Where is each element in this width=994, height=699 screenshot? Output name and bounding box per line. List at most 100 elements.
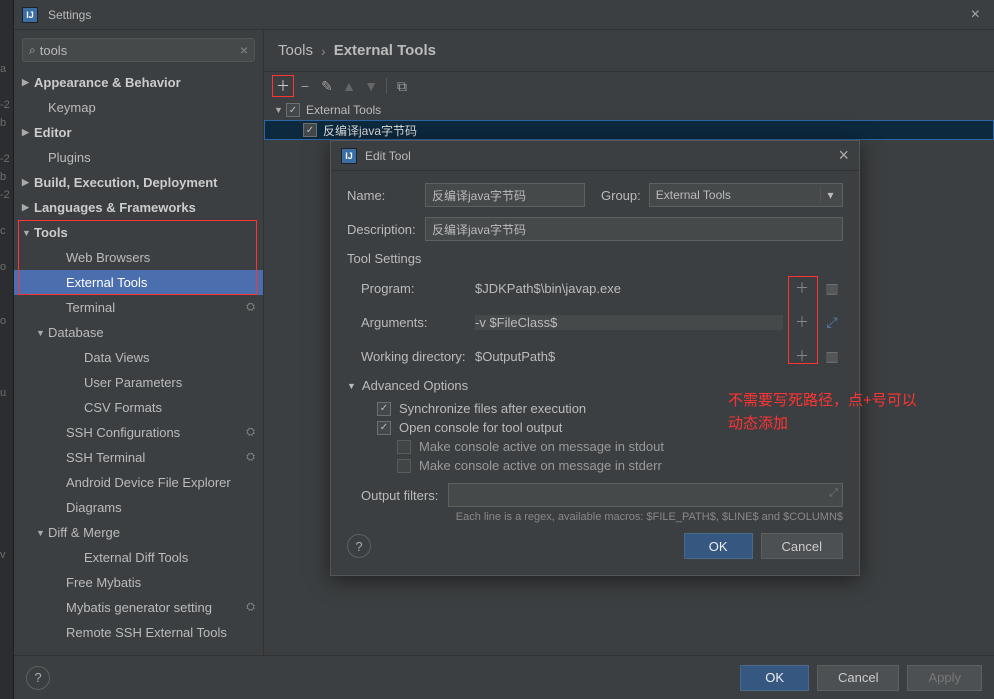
sidebar-item-keymap[interactable]: Keymap xyxy=(14,95,263,120)
scope-icon: ⛭ xyxy=(246,601,255,614)
settings-apply-button[interactable]: Apply xyxy=(907,665,982,691)
program-browse-button[interactable]: ▥ xyxy=(821,276,843,300)
sidebar-item-web-browsers[interactable]: Web Browsers xyxy=(14,245,263,270)
description-label: Description: xyxy=(347,222,417,237)
tree-item-label: Free Mybatis xyxy=(66,575,141,590)
description-input[interactable] xyxy=(425,217,843,241)
clear-search-button[interactable]: × xyxy=(240,42,248,58)
tree-item-label: Tools xyxy=(34,225,68,240)
tree-item-label: User Parameters xyxy=(84,375,182,390)
titlebar: IJ Settings × xyxy=(14,0,994,30)
sidebar-item-user-parameters[interactable]: User Parameters xyxy=(14,370,263,395)
remove-tool-button[interactable]: − xyxy=(294,75,316,97)
tool-group-row[interactable]: ▼ ✓ External Tools xyxy=(264,100,994,120)
breadcrumb: Tools › External Tools xyxy=(264,30,994,71)
tool-checkbox[interactable]: ✓ xyxy=(303,123,317,137)
chevron-down-icon: ▼ xyxy=(347,381,356,391)
sidebar-item-external-diff-tools[interactable]: External Diff Tools xyxy=(14,545,263,570)
open-console-checkbox[interactable]: ✓ xyxy=(377,421,391,435)
workdir-input[interactable]: $OutputPath$ xyxy=(475,349,783,364)
group-select[interactable]: External Tools ▾ xyxy=(649,183,843,207)
dialog-help-button[interactable]: ? xyxy=(347,534,371,558)
search-box[interactable]: ⌕ × xyxy=(22,38,255,62)
sidebar-item-diff-merge[interactable]: ▼Diff & Merge xyxy=(14,520,263,545)
dialog-ok-button[interactable]: OK xyxy=(684,533,753,559)
settings-tree[interactable]: ▶Appearance & BehaviorKeymap▶EditorPlugi… xyxy=(14,70,263,655)
sidebar-item-plugins[interactable]: Plugins xyxy=(14,145,263,170)
tree-arrow-icon: ▶ xyxy=(22,202,34,213)
sidebar-item-mybatis-generator-setting[interactable]: Mybatis generator setting⛭ xyxy=(14,595,263,620)
sidebar-item-terminal[interactable]: Terminal⛭ xyxy=(14,295,263,320)
sidebar-item-ssh-terminal[interactable]: SSH Terminal ⛭ xyxy=(14,445,263,470)
copy-tool-button[interactable]: ⧉ xyxy=(391,75,413,97)
arguments-insert-macro-button[interactable]: ＋ xyxy=(791,310,813,334)
tree-item-label: Languages & Frameworks xyxy=(34,200,196,215)
app-logo-icon: IJ xyxy=(22,7,38,23)
sync-checkbox[interactable]: ✓ xyxy=(377,402,391,416)
sync-label: Synchronize files after execution xyxy=(399,401,586,416)
settings-cancel-button[interactable]: Cancel xyxy=(817,665,899,691)
scope-icon: ⛭ xyxy=(246,451,255,464)
sidebar-item-diagrams[interactable]: Diagrams xyxy=(14,495,263,520)
window-close-button[interactable]: × xyxy=(965,6,986,24)
tree-arrow-icon: ▶ xyxy=(22,177,34,188)
sidebar-item-languages-frameworks[interactable]: ▶Languages & Frameworks xyxy=(14,195,263,220)
tree-item-label: SSH Terminal xyxy=(66,450,145,465)
group-value: External Tools xyxy=(656,188,731,202)
dialog-cancel-button[interactable]: Cancel xyxy=(761,533,843,559)
sidebar-item-external-tools[interactable]: External Tools xyxy=(14,270,263,295)
sidebar-item-free-mybatis[interactable]: Free Mybatis xyxy=(14,570,263,595)
group-checkbox[interactable]: ✓ xyxy=(286,103,300,117)
sidebar-item-database[interactable]: ▼Database xyxy=(14,320,263,345)
stdout-checkbox[interactable] xyxy=(397,440,411,454)
tree-item-label: Appearance & Behavior xyxy=(34,75,181,90)
open-console-label: Open console for tool output xyxy=(399,420,562,435)
program-insert-macro-button[interactable]: ＋ xyxy=(791,276,813,300)
settings-sidebar: ⌕ × ▶Appearance & BehaviorKeymap▶EditorP… xyxy=(14,30,264,655)
tree-item-label: Android Device File Explorer xyxy=(66,475,231,490)
search-input[interactable] xyxy=(40,43,240,58)
add-tool-button[interactable]: ＋ xyxy=(272,75,294,97)
edit-tool-button[interactable]: ✎ xyxy=(316,75,338,97)
sidebar-item-android-device-file-explorer[interactable]: Android Device File Explorer xyxy=(14,470,263,495)
tree-item-label: SSH Configurations xyxy=(66,425,180,440)
tree-arrow-icon: ▶ xyxy=(22,127,34,138)
tree-item-label: Web Browsers xyxy=(66,250,150,265)
settings-ok-button[interactable]: OK xyxy=(740,665,809,691)
workdir-browse-button[interactable]: ▥ xyxy=(821,344,843,368)
tools-list[interactable]: ▼ ✓ External Tools ✓ 反编译java字节码 xyxy=(264,100,994,140)
dialog-titlebar: IJ Edit Tool × xyxy=(331,141,859,171)
sidebar-item-data-views[interactable]: Data Views xyxy=(14,345,263,370)
sidebar-item-ssh-configurations[interactable]: SSH Configurations⛭ xyxy=(14,420,263,445)
filters-hint: Each line is a regex, available macros: … xyxy=(347,511,843,523)
program-label: Program: xyxy=(347,281,467,296)
program-input[interactable]: $JDKPath$\bin\javap.exe xyxy=(475,281,783,296)
breadcrumb-root[interactable]: Tools xyxy=(278,42,313,59)
name-input[interactable] xyxy=(425,183,585,207)
window-title: Settings xyxy=(48,8,91,22)
stderr-checkbox[interactable] xyxy=(397,459,411,473)
sidebar-item-csv-formats[interactable]: CSV Formats xyxy=(14,395,263,420)
help-button[interactable]: ? xyxy=(26,666,50,690)
arguments-expand-button[interactable]: ⤢ xyxy=(821,310,843,334)
arguments-input[interactable]: -v $FileClass$ xyxy=(475,315,783,330)
dialog-close-button[interactable]: × xyxy=(838,145,849,166)
sidebar-item-build-execution-deployment[interactable]: ▶Build, Execution, Deployment xyxy=(14,170,263,195)
tree-item-label: CSV Formats xyxy=(84,400,162,415)
sidebar-item-tools[interactable]: ▼Tools xyxy=(14,220,263,245)
sidebar-item-editor[interactable]: ▶Editor xyxy=(14,120,263,145)
move-down-button[interactable]: ▼ xyxy=(360,75,382,97)
expand-icon[interactable]: ⤢ xyxy=(829,487,838,500)
tree-item-label: External Diff Tools xyxy=(84,550,188,565)
tree-item-label: Diff & Merge xyxy=(48,525,120,540)
chevron-down-icon: ▾ xyxy=(820,188,840,202)
sidebar-item-appearance-behavior[interactable]: ▶Appearance & Behavior xyxy=(14,70,263,95)
output-filters-label: Output filters: xyxy=(361,488,438,503)
tool-settings-heading: Tool Settings xyxy=(347,251,843,266)
group-label: Group: xyxy=(601,188,641,203)
workdir-insert-macro-button[interactable]: ＋ xyxy=(791,344,813,368)
output-filters-input[interactable]: ⤢ xyxy=(448,483,843,507)
tool-item-row[interactable]: ✓ 反编译java字节码 xyxy=(264,120,994,140)
move-up-button[interactable]: ▲ xyxy=(338,75,360,97)
sidebar-item-remote-ssh-external-tools[interactable]: Remote SSH External Tools xyxy=(14,620,263,645)
